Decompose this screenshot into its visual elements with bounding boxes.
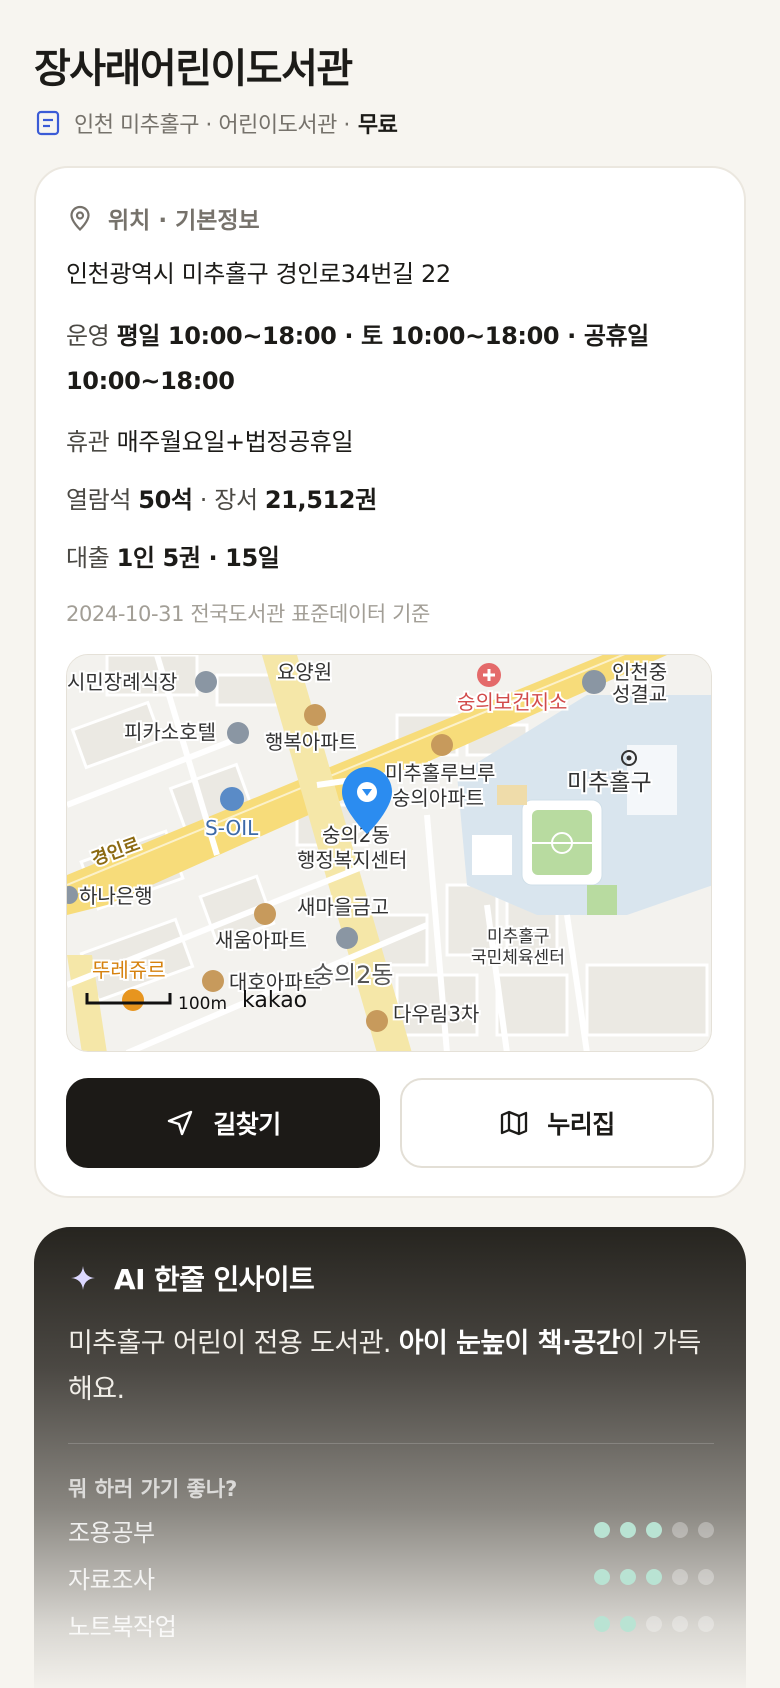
capacity-info: 열람석 50석 · 장서 21,512권 xyxy=(66,486,377,514)
ai-insight-title: AI 한줄 인사이트 xyxy=(114,1263,315,1296)
map-label-yoyangwon: 요양원 xyxy=(277,660,332,684)
region-category: 인천 미추홀구 · 어린이도서관 · xyxy=(74,113,350,138)
loan-info: 대출 1인 5권 · 15일 xyxy=(66,538,716,573)
map-label-health-center: 숭의보건지소 xyxy=(457,690,567,714)
closed-value: 매주월요일+법정공휴일 xyxy=(116,428,354,456)
rating-dot-empty xyxy=(672,1569,688,1585)
rating-dot-filled xyxy=(620,1616,636,1632)
rating-dot-empty xyxy=(672,1616,688,1632)
ai-text-plain-1: 미추홀구 어린이 전용 도서관. xyxy=(68,1328,399,1359)
closed-label: 휴관 xyxy=(66,428,110,456)
ai-insight-text: 미추홀구 어린이 전용 도서관. 아이 눈높이 책·공간이 가득해요. xyxy=(68,1321,718,1413)
rating-dot-empty xyxy=(646,1616,662,1632)
activity-label: 노트북작업 xyxy=(68,1612,177,1641)
section-header: 위치 · 기본정보 xyxy=(66,198,260,238)
activity-label: 조용공부 xyxy=(68,1518,155,1547)
operating-hours: 운영 평일 10:00~18:00 · 토 10:00~18:00 · 공휴일 … xyxy=(66,314,716,404)
location-map[interactable]: 시민장례식장 요양원 숭의보건지소 인천중 성결교 피카소호텔 행복아파트 미추… xyxy=(66,654,712,1052)
rating-dot-filled xyxy=(646,1569,662,1585)
map-label-incheon-school: 인천중 xyxy=(612,660,667,684)
map-label-dawoorim: 다우림3차 xyxy=(393,1002,479,1026)
location-pin-icon xyxy=(66,204,94,232)
address: 인천광역시 미추홀구 경인로34번길 22 xyxy=(66,260,451,288)
rating-dot-filled xyxy=(646,1522,662,1538)
map-label-community-2: 행정복지센터 xyxy=(297,848,407,872)
price-badge: 무료 xyxy=(357,113,398,138)
rating-dot-empty xyxy=(698,1616,714,1632)
activity-label: 자료조사 xyxy=(68,1565,155,1594)
rating-dot-filled xyxy=(594,1522,610,1538)
rating-dot-empty xyxy=(698,1522,714,1538)
map-label-community-1: 숭의2동 xyxy=(322,823,390,847)
activity-question: 뭐 하러 가기 좋나? xyxy=(68,1477,238,1501)
library-subtitle: 인천 미추홀구 · 어린이도서관 · 무료 xyxy=(34,106,398,140)
directions-button[interactable]: 길찾기 xyxy=(66,1078,380,1168)
rating-dot-empty xyxy=(698,1569,714,1585)
navigation-arrow-icon xyxy=(165,1108,195,1138)
map-icon xyxy=(499,1108,529,1138)
rating-dot-filled xyxy=(594,1616,610,1632)
map-label-saeum-apt: 새움아파트 xyxy=(215,928,307,952)
ai-text-bold: 아이 눈높이 책·공간 xyxy=(398,1328,621,1359)
books-label: 장서 xyxy=(214,486,258,514)
map-label-gym-1: 미추홀구 xyxy=(487,927,550,947)
rating-dots xyxy=(594,1522,714,1538)
map-label-rubru: 미추홀루브루 xyxy=(385,761,495,785)
map-label-funeral: 시민장례식장 xyxy=(67,670,177,694)
page-title: 장사래어린이도서관 xyxy=(34,46,353,92)
divider xyxy=(68,1443,714,1444)
hours-label: 운영 xyxy=(66,322,110,350)
info-card: 위치 · 기본정보 인천광역시 미추홀구 경인로34번길 22 운영 평일 10… xyxy=(34,166,746,1198)
hours-value: 평일 10:00~18:00 · 토 10:00~18:00 · 공휴일 10:… xyxy=(66,322,649,395)
loan-label: 대출 xyxy=(66,544,110,572)
map-label-michuhol: 미추홀구 xyxy=(567,770,652,796)
sparkle-icon xyxy=(68,1263,98,1293)
data-source-note: 2024-10-31 전국도서관 표준데이터 기준 xyxy=(66,602,430,626)
seats-value: 50석 xyxy=(138,486,193,514)
map-label-haengbok-apt: 행복아파트 xyxy=(265,730,357,754)
books-value: 21,512권 xyxy=(264,486,377,514)
activity-rating-row: 노트북작업 xyxy=(68,1607,714,1641)
map-scale-label: 100m xyxy=(178,994,227,1014)
kakao-logo: kakao xyxy=(242,988,307,1013)
ai-insight-card: AI 한줄 인사이트 미추홀구 어린이 전용 도서관. 아이 눈높이 책·공간이… xyxy=(34,1227,746,1688)
rating-dot-empty xyxy=(672,1522,688,1538)
activity-rating-row: 자료조사 xyxy=(68,1560,714,1594)
website-button[interactable]: 누리집 xyxy=(400,1078,714,1168)
rating-dot-filled xyxy=(620,1569,636,1585)
document-icon xyxy=(34,109,62,137)
directions-label: 길찾기 xyxy=(213,1110,281,1139)
map-label-hotel: 피카소호텔 xyxy=(124,720,216,744)
section-title: 위치 · 기본정보 xyxy=(108,208,260,234)
closed-days: 휴관 매주월요일+법정공휴일 xyxy=(66,422,716,457)
map-label-hana-bank: 하나은행 xyxy=(79,884,153,908)
map-label-sungui2dong: 숭의2동 xyxy=(312,961,394,989)
ai-insight-header: AI 한줄 인사이트 xyxy=(68,1257,315,1299)
map-label-incheon-school2: 성결교 xyxy=(612,682,667,706)
loan-value: 1인 5권 · 15일 xyxy=(116,544,280,572)
website-label: 누리집 xyxy=(547,1110,615,1139)
map-label-soil: S-OIL xyxy=(205,816,259,840)
activity-rating-row: 조용공부 xyxy=(68,1513,714,1547)
rating-dot-filled xyxy=(594,1569,610,1585)
seats-label: 열람석 xyxy=(66,486,132,514)
rating-dots xyxy=(594,1569,714,1585)
map-label-saemaeul: 새마을금고 xyxy=(297,895,389,919)
rating-dot-filled xyxy=(620,1522,636,1538)
map-label-tlejure: 뚜레쥬르 xyxy=(92,958,166,982)
rating-dots xyxy=(594,1616,714,1632)
map-label-sungui-apt: 숭의아파트 xyxy=(392,786,484,810)
map-label-gym-2: 국민체육센터 xyxy=(471,948,565,968)
